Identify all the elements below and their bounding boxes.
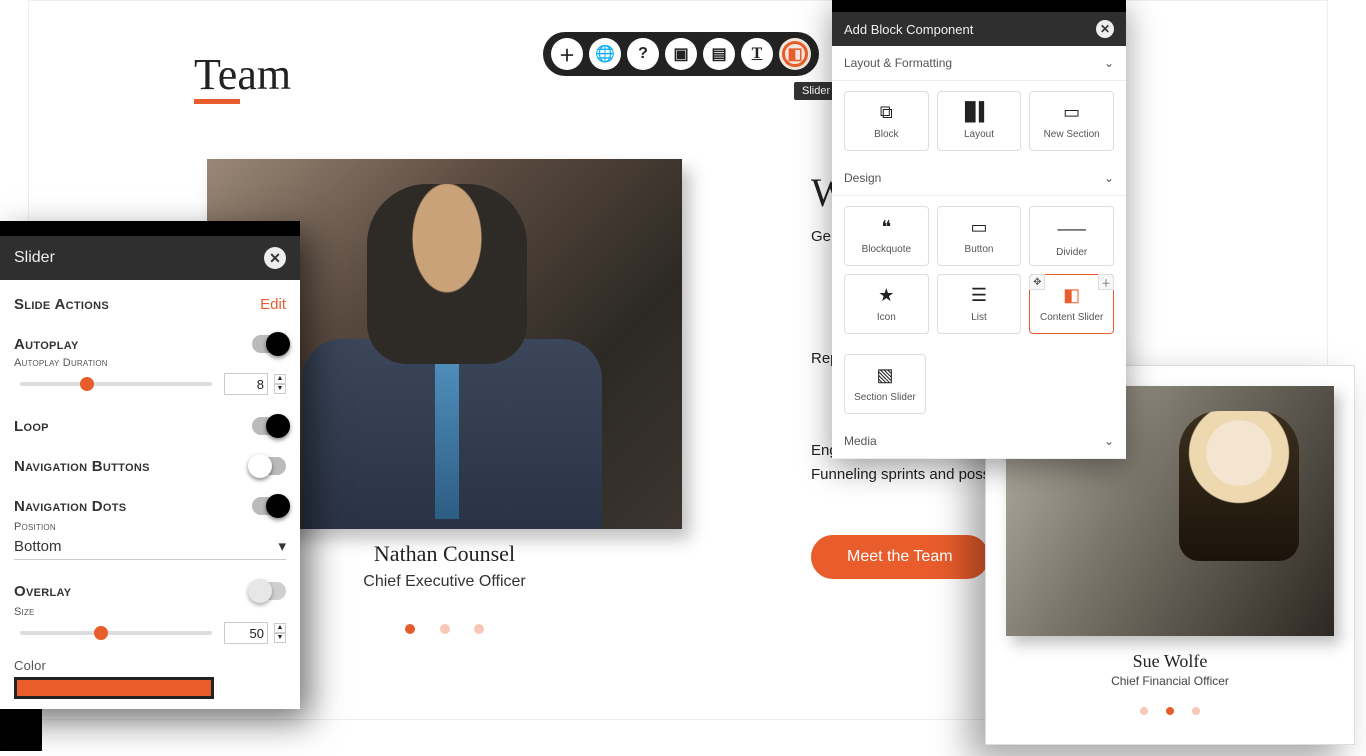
chevron-down-icon: ⌄ xyxy=(1104,434,1114,448)
dot-3[interactable] xyxy=(474,624,484,634)
item-button[interactable]: ▭ Button xyxy=(937,206,1022,266)
title-underline xyxy=(194,99,240,104)
add-block-header: Add Block Component ✕ xyxy=(832,12,1126,46)
item-blockquote[interactable]: ❝ Blockquote xyxy=(844,206,929,266)
slider-card-2-role: Chief Financial Officer xyxy=(986,674,1354,688)
item-label: New Section xyxy=(1044,129,1100,140)
add-button[interactable]: ＋ xyxy=(551,38,583,70)
category-layout[interactable]: Layout & Formatting ⌄ xyxy=(832,46,1126,81)
loop-toggle[interactable] xyxy=(252,417,286,435)
nav-buttons-label: Navigation Buttons xyxy=(14,458,150,475)
dot-2[interactable] xyxy=(1166,707,1174,715)
item-label: Button xyxy=(965,244,994,255)
item-block[interactable]: ⧉ Block xyxy=(844,91,929,151)
image-button[interactable]: ▣ xyxy=(665,38,697,70)
size-value[interactable]: 50 xyxy=(224,622,268,644)
figure xyxy=(1179,411,1299,561)
item-content-slider[interactable]: ✥ ＋ ◧ Content Slider xyxy=(1029,274,1114,334)
photo-figure xyxy=(367,184,527,364)
category-design[interactable]: Design ⌄ xyxy=(832,161,1126,196)
dot-1[interactable] xyxy=(405,624,415,634)
help-button[interactable]: ? xyxy=(627,38,659,70)
size-slider[interactable] xyxy=(20,631,212,635)
divider-icon: ⸺ xyxy=(1057,215,1087,241)
item-label: Content Slider xyxy=(1040,312,1103,323)
item-label: Layout xyxy=(964,129,994,140)
page-title: Team xyxy=(194,49,291,100)
cube-icon: ⧉ xyxy=(880,102,893,123)
size-stepper[interactable]: ▲▼ xyxy=(274,623,286,643)
item-label: Blockquote xyxy=(862,244,911,255)
category-layout-label: Layout & Formatting xyxy=(844,56,952,70)
slider-panel-header: Slider ✕ xyxy=(0,236,300,280)
category-media[interactable]: Media ⌄ xyxy=(832,424,1126,459)
button-icon: ▭ xyxy=(970,217,987,238)
list-icon: ☰ xyxy=(971,285,987,306)
photo-tie xyxy=(435,359,459,519)
item-icon[interactable]: ★ Icon xyxy=(844,274,929,334)
slider-card-2-dots xyxy=(986,702,1354,720)
section-icon: ▭ xyxy=(1063,102,1080,123)
overlay-toggle[interactable] xyxy=(252,582,286,600)
dot-2[interactable] xyxy=(440,624,450,634)
color-swatch[interactable] xyxy=(14,677,214,699)
dot-3[interactable] xyxy=(1192,707,1200,715)
slide-actions-label: Slide Actions xyxy=(14,296,109,313)
item-list[interactable]: ☰ List xyxy=(937,274,1022,334)
columns-icon: ▊▍ xyxy=(965,102,993,123)
quote-icon: ❝ xyxy=(881,217,891,238)
slider-icon: ◧ xyxy=(1063,285,1080,306)
nav-dots-toggle[interactable] xyxy=(252,497,286,515)
item-label: Block xyxy=(874,129,898,140)
position-dropdown[interactable]: Bottom ▾ xyxy=(14,533,286,560)
item-new-section[interactable]: ▭ New Section xyxy=(1029,91,1114,151)
chevron-down-icon: ⌄ xyxy=(1104,171,1114,185)
position-label: Position xyxy=(14,521,286,533)
slider-settings-panel: Slider ✕ Slide Actions Edit Autoplay Aut… xyxy=(0,221,300,709)
globe-button[interactable]: 🌐 xyxy=(589,38,621,70)
slider-panel-title: Slider xyxy=(14,249,55,267)
star-icon: ★ xyxy=(878,285,894,306)
autoplay-duration-slider[interactable] xyxy=(20,382,212,386)
size-label: Size xyxy=(14,606,286,618)
loop-label: Loop xyxy=(14,418,49,435)
overlay-label: Overlay xyxy=(14,583,71,600)
item-label: Section Slider xyxy=(854,392,916,403)
autoplay-duration-value[interactable]: 8 xyxy=(224,373,268,395)
autoplay-label: Autoplay xyxy=(14,336,79,353)
category-design-label: Design xyxy=(844,171,881,185)
add-icon[interactable]: ＋ xyxy=(1098,274,1114,290)
nav-dots-label: Navigation Dots xyxy=(14,498,126,515)
item-divider[interactable]: ⸺ Divider xyxy=(1029,206,1114,266)
close-icon[interactable]: ✕ xyxy=(264,247,286,269)
section-slider-icon: ▧ xyxy=(876,365,893,386)
autoplay-toggle[interactable] xyxy=(252,335,286,353)
editor-toolbar: ＋ 🌐 ? ▣ ▤ T ◧ xyxy=(543,32,819,76)
dot-1[interactable] xyxy=(1140,707,1148,715)
category-media-label: Media xyxy=(844,434,877,448)
slider-card-2-name: Sue Wolfe xyxy=(986,651,1354,672)
position-value: Bottom xyxy=(14,538,62,555)
text-button[interactable]: T xyxy=(741,38,773,70)
add-block-title: Add Block Component xyxy=(844,22,973,37)
color-label: Color xyxy=(14,658,286,673)
edit-link[interactable]: Edit xyxy=(260,296,286,313)
nav-buttons-toggle[interactable] xyxy=(252,457,286,475)
move-icon[interactable]: ✥ xyxy=(1029,274,1045,290)
chevron-down-icon: ▾ xyxy=(278,537,286,555)
item-label: Icon xyxy=(877,312,896,323)
item-section-slider[interactable]: ▧ Section Slider xyxy=(844,354,926,414)
item-label: List xyxy=(971,312,987,323)
meet-team-button[interactable]: Meet the Team xyxy=(811,535,989,579)
add-block-panel: Add Block Component ✕ Layout & Formattin… xyxy=(832,0,1126,459)
item-layout[interactable]: ▊▍ Layout xyxy=(937,91,1022,151)
item-label: Divider xyxy=(1056,247,1087,258)
chevron-down-icon: ⌄ xyxy=(1104,56,1114,70)
close-icon[interactable]: ✕ xyxy=(1096,20,1114,38)
layout-button[interactable]: ▤ xyxy=(703,38,735,70)
slider-button[interactable]: ◧ xyxy=(779,38,811,70)
autoplay-duration-label: Autoplay Duration xyxy=(14,357,286,369)
autoplay-duration-stepper[interactable]: ▲▼ xyxy=(274,374,286,394)
